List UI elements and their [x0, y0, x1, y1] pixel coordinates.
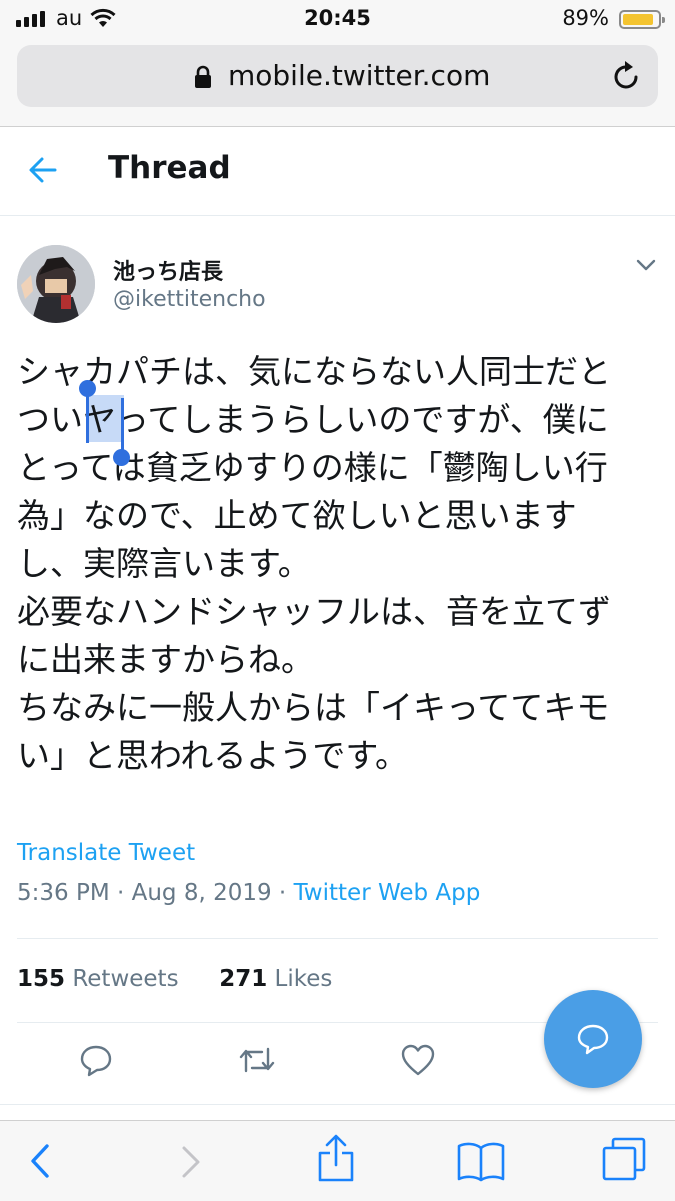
chevron-down-icon[interactable] [636, 258, 656, 272]
divider [17, 938, 658, 939]
selection-end-handle[interactable] [113, 449, 130, 466]
tweet-text: シャカパチは、気にならない人同士だと ついヤってしまうらしいのですが、僕に とっ… [17, 352, 611, 775]
likes-count: 271 [219, 966, 268, 992]
url-text[interactable]: mobile.twitter.com [228, 59, 490, 92]
selection-end-bar[interactable] [121, 398, 124, 455]
share-icon[interactable] [316, 1133, 356, 1183]
likes-label: Likes [267, 966, 333, 992]
heart-icon[interactable] [400, 1043, 436, 1077]
arrow-left-icon[interactable] [28, 156, 58, 184]
reload-icon[interactable] [612, 60, 642, 92]
retweets-count: 155 [17, 966, 66, 992]
avatar[interactable] [17, 245, 95, 323]
user-handle[interactable]: @ikettitencho [113, 287, 266, 312]
retweets-stat[interactable]: 155 Retweets [17, 966, 179, 992]
timestamp[interactable]: 5:36 PM · Aug 8, 2019 · [17, 880, 294, 906]
book-icon[interactable] [456, 1140, 506, 1182]
lock-icon [195, 65, 211, 88]
tweet-meta: 5:36 PM · Aug 8, 2019 · Twitter Web App [17, 880, 480, 906]
selection-start-handle[interactable] [79, 380, 96, 397]
page-title: Thread [108, 150, 231, 186]
retweet-icon[interactable] [238, 1043, 276, 1077]
tweet-stats: 155 Retweets 271 Likes [17, 966, 332, 992]
tabs-icon[interactable] [601, 1136, 647, 1182]
battery-icon [619, 10, 665, 29]
source-link[interactable]: Twitter Web App [294, 880, 481, 906]
translate-link[interactable]: Translate Tweet [17, 840, 195, 866]
chevron-right-icon[interactable] [180, 1145, 202, 1179]
likes-stat[interactable]: 271 Likes [219, 966, 332, 992]
retweets-label: Retweets [65, 966, 179, 992]
divider [0, 1104, 675, 1105]
reply-icon[interactable] [79, 1043, 113, 1077]
compose-icon [577, 1024, 609, 1055]
battery-percent: 89% [562, 6, 609, 30]
chevron-left-icon[interactable] [28, 1143, 52, 1179]
compose-button[interactable] [544, 990, 642, 1088]
display-name[interactable]: 池っち店長 [113, 254, 223, 286]
header-divider [0, 215, 675, 216]
